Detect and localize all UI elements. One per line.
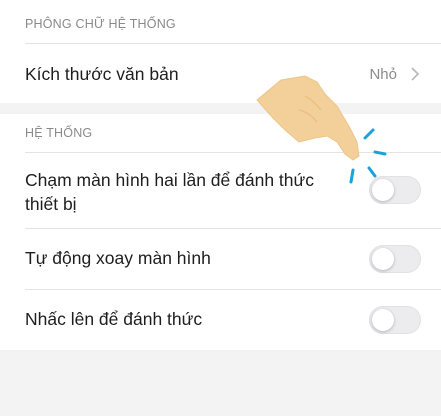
lift-to-wake-row[interactable]: Nhấc lên để đánh thức [0, 290, 441, 350]
tap-hand-icon [256, 75, 387, 184]
toggle-knob [372, 309, 394, 331]
double-tap-wake-label-line2: thiết bị [25, 194, 77, 214]
text-size-label: Kích thước văn bản [25, 64, 179, 84]
section-header-system: HỆ THỐNG [25, 126, 93, 140]
toggle-knob [372, 248, 394, 270]
section-header-font: PHÔNG CHỮ HỆ THỐNG [25, 17, 176, 31]
lift-to-wake-label: Nhấc lên để đánh thức [25, 309, 203, 329]
auto-rotate-row[interactable]: Tự động xoay màn hình [0, 229, 441, 289]
auto-rotate-toggle[interactable] [369, 245, 421, 273]
chevron-right-icon [411, 67, 420, 81]
auto-rotate-label: Tự động xoay màn hình [25, 248, 211, 268]
lift-to-wake-toggle[interactable] [369, 306, 421, 334]
